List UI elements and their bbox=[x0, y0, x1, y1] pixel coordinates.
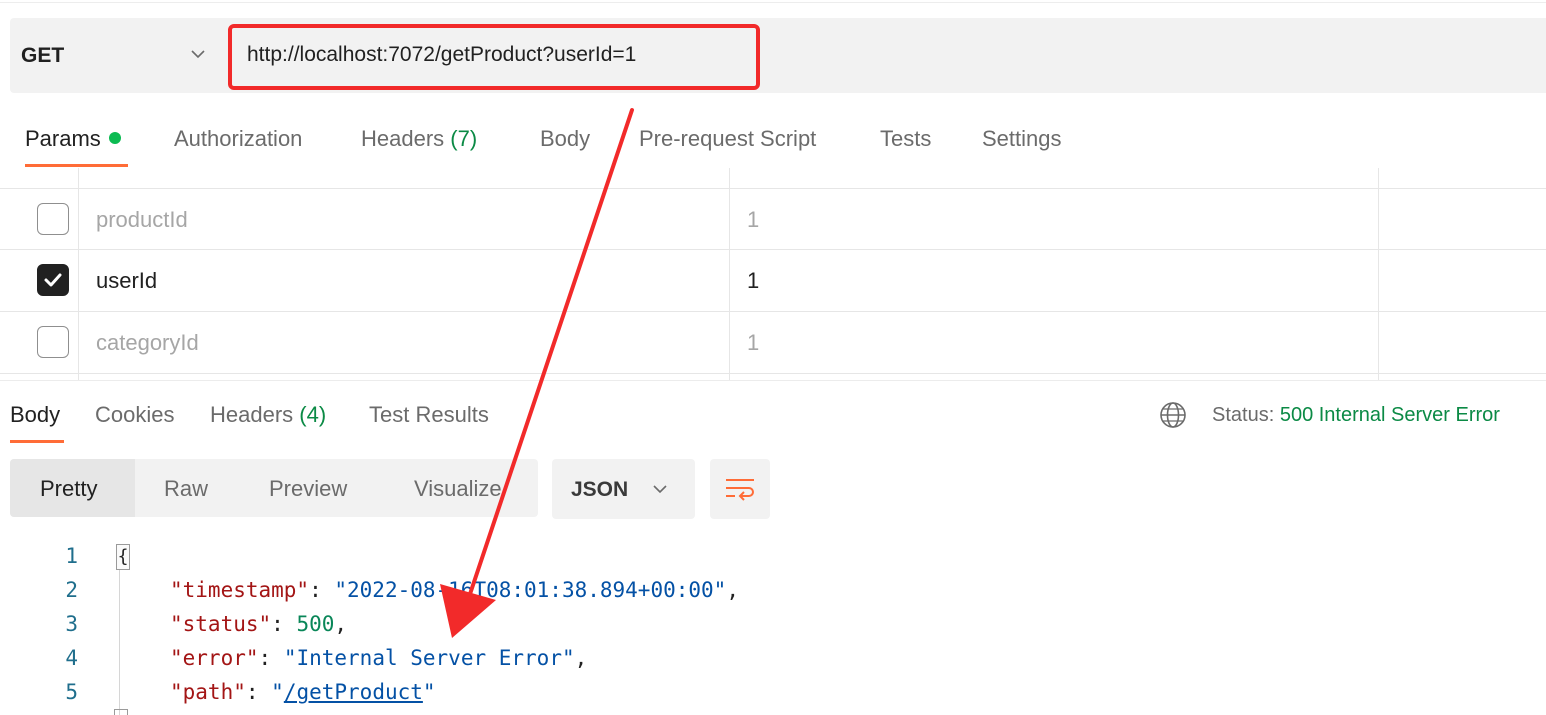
json-quote: " bbox=[422, 680, 436, 704]
response-tab-headers-label: Headers bbox=[210, 402, 294, 427]
param-value-categoryid[interactable]: 1 bbox=[747, 330, 759, 356]
active-response-tab-indicator bbox=[10, 440, 64, 443]
chevron-down-icon[interactable] bbox=[190, 46, 206, 62]
line-number: 2 bbox=[65, 578, 78, 602]
tab-headers-count: (7) bbox=[450, 126, 478, 151]
json-punct: , bbox=[574, 646, 588, 670]
json-key: "error" bbox=[170, 646, 259, 670]
code-line: "path": "/getProduct" bbox=[170, 680, 436, 704]
line-number: 5 bbox=[65, 680, 78, 704]
param-value-userid[interactable]: 1 bbox=[747, 268, 759, 294]
param-checkbox-categoryid[interactable] bbox=[37, 326, 69, 358]
response-status: Status: 500 Internal Server Error bbox=[1212, 404, 1500, 427]
line-number: 3 bbox=[65, 612, 78, 636]
status-label: Status: bbox=[1212, 404, 1275, 426]
json-value: "2022-08-16T08:01:38.894+00:00" bbox=[334, 578, 727, 602]
fold-guide bbox=[119, 566, 120, 715]
view-mode-switch: Pretty Raw Preview Visualize bbox=[10, 459, 538, 517]
json-quote: " bbox=[271, 680, 284, 704]
param-key-categoryid[interactable]: categoryId bbox=[96, 330, 199, 356]
json-link[interactable]: /getProduct bbox=[284, 680, 423, 704]
column-divider bbox=[78, 168, 79, 380]
top-divider bbox=[0, 2, 1546, 3]
response-tab-headers[interactable]: Headers (4) bbox=[210, 402, 326, 428]
column-divider bbox=[1378, 168, 1379, 380]
view-visualize[interactable]: Visualize bbox=[414, 476, 502, 502]
tab-params-label: Params bbox=[25, 126, 101, 151]
status-value: 500 Internal Server Error bbox=[1279, 404, 1500, 426]
method-select[interactable]: GET bbox=[21, 44, 64, 68]
response-tab-test-results[interactable]: Test Results bbox=[369, 402, 489, 428]
code-line: "timestamp": "2022-08-16T08:01:38.894+00… bbox=[170, 578, 739, 602]
tab-params[interactable]: Params bbox=[25, 126, 121, 152]
param-checkbox-userid[interactable] bbox=[37, 264, 69, 296]
line-number: 4 bbox=[65, 646, 78, 670]
tab-authorization[interactable]: Authorization bbox=[174, 126, 302, 152]
fold-toggle[interactable]: { bbox=[116, 544, 130, 570]
param-value-productid[interactable]: 1 bbox=[747, 207, 759, 233]
tab-body[interactable]: Body bbox=[540, 126, 590, 152]
globe-icon[interactable] bbox=[1159, 401, 1187, 429]
line-number: 1 bbox=[65, 544, 78, 568]
param-checkbox-productid[interactable] bbox=[37, 203, 69, 235]
row-divider bbox=[0, 373, 1546, 374]
json-key: "timestamp" bbox=[170, 578, 310, 602]
column-divider bbox=[729, 168, 730, 380]
json-value: 500 bbox=[296, 612, 335, 636]
row-divider bbox=[0, 188, 1546, 189]
check-icon bbox=[44, 273, 62, 287]
view-pretty[interactable]: Pretty bbox=[40, 476, 97, 502]
json-punct: , bbox=[334, 612, 348, 636]
wrap-lines-button[interactable] bbox=[710, 459, 770, 519]
tab-settings[interactable]: Settings bbox=[982, 126, 1062, 152]
param-key-productid[interactable]: productId bbox=[96, 207, 188, 233]
wrap-lines-icon bbox=[726, 479, 754, 501]
code-line: "error": "Internal Server Error", bbox=[170, 646, 588, 670]
json-punct: , bbox=[726, 578, 739, 602]
chevron-down-icon bbox=[653, 485, 667, 494]
response-tab-headers-count: (4) bbox=[299, 402, 327, 427]
row-divider bbox=[0, 311, 1546, 312]
json-key: "status" bbox=[170, 612, 272, 636]
json-value: "Internal Server Error" bbox=[283, 646, 575, 670]
response-tab-cookies[interactable]: Cookies bbox=[95, 402, 174, 428]
tab-tests[interactable]: Tests bbox=[880, 126, 931, 152]
tab-headers[interactable]: Headers (7) bbox=[361, 126, 477, 152]
params-active-dot-icon bbox=[108, 132, 121, 144]
row-divider bbox=[0, 249, 1546, 250]
fold-toggle-end bbox=[114, 709, 128, 715]
format-label: JSON bbox=[571, 478, 629, 501]
active-tab-indicator bbox=[25, 164, 128, 167]
tab-headers-label: Headers bbox=[361, 126, 445, 151]
params-table: productId 1 userId 1 categoryId 1 bbox=[0, 168, 1546, 380]
url-input[interactable]: http://localhost:7072/getProduct?userId=… bbox=[247, 43, 636, 67]
format-select[interactable]: JSON bbox=[552, 459, 695, 519]
json-key: "path" bbox=[170, 680, 246, 704]
tab-pre-request-script[interactable]: Pre-request Script bbox=[639, 126, 816, 152]
view-preview[interactable]: Preview bbox=[269, 476, 347, 502]
response-divider bbox=[0, 380, 1546, 381]
param-key-userid[interactable]: userId bbox=[96, 268, 157, 294]
code-line: "status": 500, bbox=[170, 612, 348, 636]
response-tab-body[interactable]: Body bbox=[10, 402, 60, 428]
view-raw[interactable]: Raw bbox=[164, 476, 208, 502]
